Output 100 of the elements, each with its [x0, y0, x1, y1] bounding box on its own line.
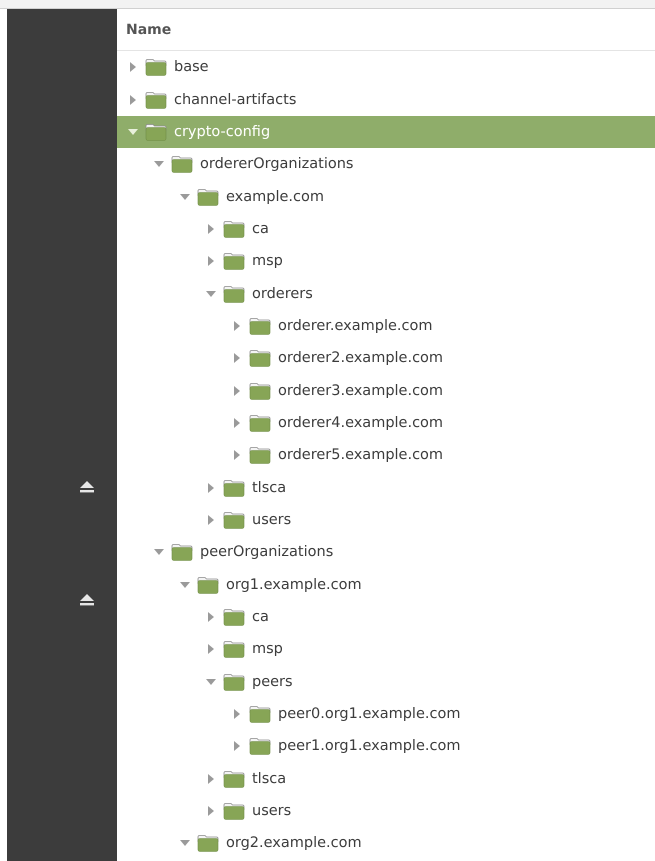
folder-name: org1.example.com: [226, 576, 362, 593]
folder-row[interactable]: org1.example.com: [117, 568, 655, 601]
folder-icon: [145, 122, 167, 141]
folder-row[interactable]: orderer3.example.com: [117, 374, 655, 407]
expander-arrow-icon[interactable]: [208, 774, 214, 784]
expander-arrow-icon[interactable]: [130, 94, 136, 105]
folder-name: ca: [252, 220, 269, 237]
expander-arrow-icon[interactable]: [234, 418, 240, 428]
folder-name: peer0.org1.example.com: [278, 706, 460, 722]
folder-name: ca: [252, 609, 269, 626]
folder-row[interactable]: msp: [117, 245, 655, 278]
folder-icon: [249, 316, 271, 335]
folder-row[interactable]: orderer4.example.com: [117, 406, 655, 440]
folder-row[interactable]: peer1.org1.example.com: [117, 730, 655, 763]
folder-row[interactable]: ca: [117, 600, 655, 634]
expander-arrow-icon[interactable]: [208, 806, 214, 816]
expander-arrow-icon[interactable]: [234, 741, 240, 752]
expander-arrow-icon[interactable]: [208, 644, 214, 654]
expander-arrow-icon[interactable]: [180, 582, 190, 588]
folder-icon: [145, 58, 167, 76]
folder-name: orderer5.example.com: [278, 447, 444, 464]
folder-name: crypto-config: [174, 124, 270, 140]
folder-row[interactable]: tlsca: [117, 471, 655, 504]
folder-row[interactable]: peers: [117, 666, 655, 698]
folder-name: users: [252, 512, 292, 528]
folder-row[interactable]: channel-artifacts: [117, 83, 655, 116]
expander-arrow-icon[interactable]: [208, 482, 214, 493]
folder-icon: [223, 608, 245, 626]
folder-icon: [249, 705, 271, 724]
folder-icon: [223, 252, 245, 270]
folder-name: org2.example.com: [226, 835, 362, 852]
folder-row[interactable]: peerOrganizations: [117, 536, 655, 568]
expander-arrow-icon[interactable]: [208, 256, 214, 266]
expander-arrow-icon[interactable]: [234, 386, 240, 396]
folder-icon: [145, 90, 167, 109]
folder-icon: [249, 737, 271, 756]
folder-row[interactable]: tlsca: [117, 762, 655, 795]
expander-arrow-icon[interactable]: [128, 128, 138, 135]
column-header[interactable]: Name: [126, 22, 172, 38]
expander-arrow-icon[interactable]: [206, 290, 216, 297]
folder-row[interactable]: org2.example.com: [117, 827, 655, 860]
folder-name: example.com: [226, 188, 324, 205]
folder-icon: [249, 446, 271, 464]
folder-icon: [249, 349, 271, 368]
folder-name: orderer4.example.com: [278, 414, 444, 431]
expander-arrow-icon[interactable]: [206, 678, 216, 685]
folder-icon: [249, 414, 271, 432]
expander-arrow-icon[interactable]: [208, 514, 214, 525]
folder-icon: [223, 672, 245, 691]
folder-row[interactable]: orderer.example.com: [117, 310, 655, 342]
folder-name: channel-artifacts: [174, 92, 296, 108]
folder-icon: [171, 155, 193, 174]
folder-name: msp: [252, 253, 283, 270]
folder-icon: [197, 188, 219, 206]
folder-icon: [223, 802, 245, 820]
folder-name: msp: [252, 641, 283, 658]
expander-arrow-icon[interactable]: [154, 549, 164, 556]
expander-arrow-icon[interactable]: [180, 194, 190, 200]
folder-icon: [197, 576, 219, 594]
folder-row[interactable]: msp: [117, 633, 655, 666]
folder-icon: [223, 220, 245, 238]
folder-row[interactable]: users: [117, 504, 655, 536]
folder-name: peers: [252, 674, 293, 690]
folder-icon: [171, 543, 193, 562]
folder-name: tlsca: [252, 770, 286, 787]
expander-arrow-icon[interactable]: [154, 161, 164, 168]
expander-arrow-icon[interactable]: [234, 320, 240, 331]
folder-name: peerOrganizations: [200, 544, 334, 560]
folder-row[interactable]: peer0.org1.example.com: [117, 698, 655, 730]
folder-name: orderer2.example.com: [278, 350, 444, 366]
folder-row[interactable]: orderer2.example.com: [117, 342, 655, 374]
expander-arrow-icon[interactable]: [208, 612, 214, 622]
eject-icon[interactable]: [80, 481, 94, 493]
folder-row[interactable]: users: [117, 794, 655, 828]
folder-name: base: [174, 59, 209, 76]
folder-name: orderer3.example.com: [278, 382, 444, 399]
folder-row[interactable]: ca: [117, 212, 655, 246]
expander-arrow-icon[interactable]: [180, 840, 190, 846]
expander-arrow-icon[interactable]: [208, 224, 214, 234]
folder-name: users: [252, 803, 292, 820]
folder-name: peer1.org1.example.com: [278, 738, 460, 754]
folder-icon: [197, 834, 219, 852]
folder-row[interactable]: ordererOrganizations: [117, 148, 655, 180]
folder-name: orderers: [252, 286, 313, 302]
expander-arrow-icon[interactable]: [234, 709, 240, 720]
folder-row[interactable]: orderers: [117, 277, 655, 310]
folder-icon: [249, 382, 271, 400]
eject-icon[interactable]: [80, 594, 94, 606]
folder-name: ordererOrganizations: [200, 156, 354, 172]
folder-row[interactable]: orderer5.example.com: [117, 439, 655, 472]
folder-icon: [223, 640, 245, 658]
folder-icon: [223, 510, 245, 529]
folder-row[interactable]: base: [117, 51, 655, 84]
expander-arrow-icon[interactable]: [234, 450, 240, 460]
folder-name: orderer.example.com: [278, 318, 432, 334]
expander-arrow-icon[interactable]: [234, 353, 240, 364]
folder-icon: [223, 770, 245, 788]
expander-arrow-icon[interactable]: [130, 62, 136, 72]
folder-icon: [223, 284, 245, 303]
folder-row[interactable]: example.com: [117, 180, 655, 213]
